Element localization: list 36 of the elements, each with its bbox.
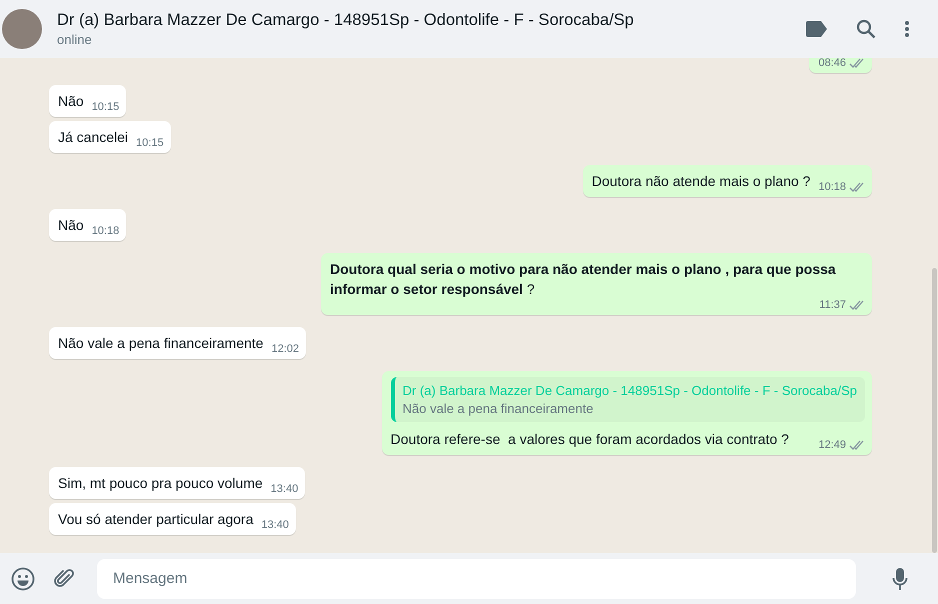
double-check-icon — [849, 182, 865, 192]
avatar[interactable] — [2, 9, 42, 49]
message-text: Sim, mt pouco pra pouco volume — [58, 474, 263, 493]
microphone-icon[interactable] — [892, 566, 908, 590]
scrollbar-thumb[interactable] — [932, 268, 937, 553]
message-time: 10:18 — [92, 225, 120, 237]
message-text: Vou só atender particular agora — [58, 510, 254, 529]
double-check-icon — [849, 58, 865, 68]
message-time: 13:40 — [270, 483, 298, 495]
message-time: 10:15 — [136, 137, 164, 149]
contact-status: online — [57, 32, 93, 47]
message-time: 12:02 — [271, 343, 299, 355]
message-time: 10:15 — [92, 101, 120, 113]
message-time: 12:49 — [818, 439, 846, 451]
contact-name[interactable]: Dr (a) Barbara Mazzer De Camargo - 148951Sp - Odontolife - F - Sorocaba/Sp — [57, 11, 806, 30]
menu-icon[interactable] — [904, 20, 910, 38]
search-icon[interactable] — [856, 19, 876, 39]
double-check-icon — [849, 300, 865, 310]
message-time: 13:40 — [261, 519, 289, 531]
quoted-message[interactable]: Dr (a) Barbara Mazzer De Camargo - 148951Sp - Odontolife - F - Sorocaba/Sp Não vale a pena financeiramente — [390, 377, 865, 422]
label-icon[interactable] — [806, 21, 828, 37]
message-text: Doutora qual seria o motivo para não atender mais o plano , para que possa informar o setor responsável ? — [330, 260, 837, 299]
quote-author: Dr (a) Barbara Mazzer De Camargo - 148951Sp - Odontolife - F - Sorocaba/Sp — [402, 383, 857, 398]
message-time: 11:37 — [819, 299, 846, 311]
message-text: Doutora refere-se a valores que foram acordados via contrato ? — [390, 430, 790, 449]
message-text: Doutora não atende mais o plano ? — [592, 172, 810, 191]
message-text: Não — [58, 92, 84, 111]
message-text: Não — [58, 216, 84, 235]
message-time: 10:18 — [818, 181, 846, 193]
message-time: 08:46 — [818, 58, 846, 69]
double-check-icon — [849, 440, 865, 450]
message-input[interactable]: Mensagem — [97, 558, 856, 598]
quote-text: Não vale a pena financeiramente — [402, 401, 594, 416]
message-text: Não vale a pena financeiramente — [58, 334, 264, 353]
emoji-icon[interactable] — [11, 566, 35, 590]
message-text: Já cancelei — [58, 128, 128, 147]
